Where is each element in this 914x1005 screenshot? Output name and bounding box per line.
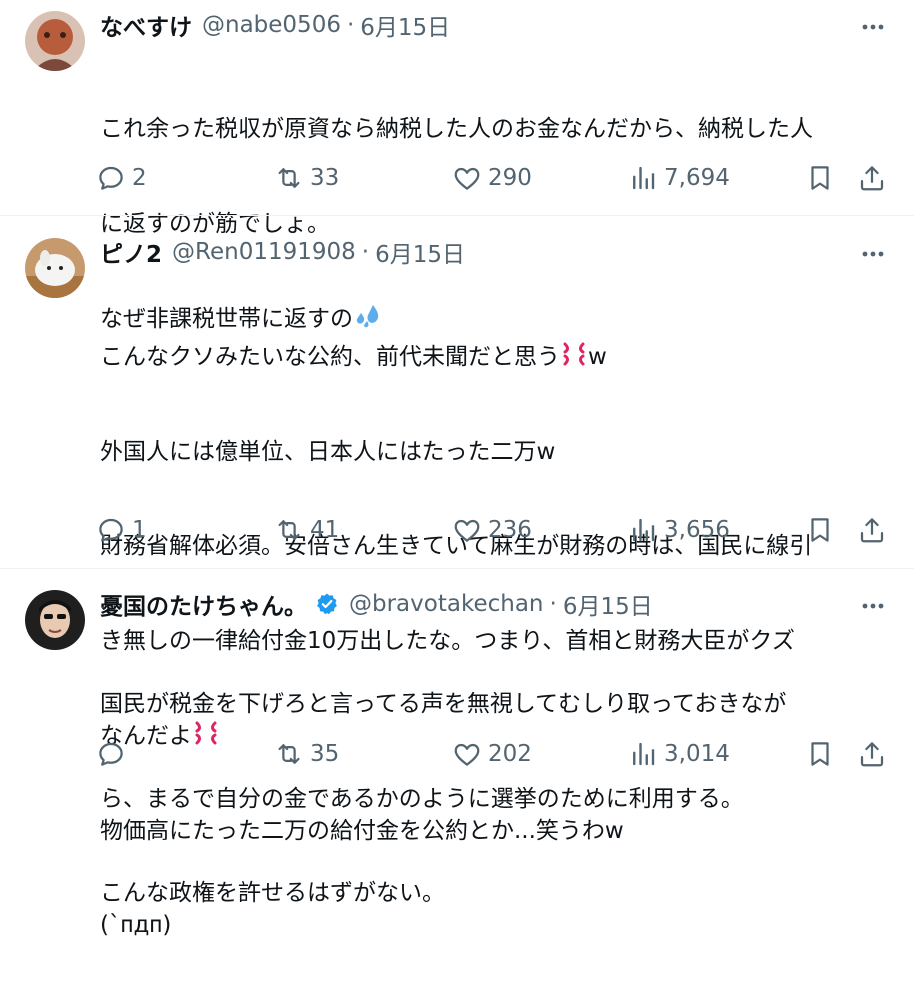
tweet-text-line: これ余った税収が原資なら納税した人のお金なんだから、納税した人 xyxy=(100,116,813,142)
tweet-actions: 35 202 3,014 xyxy=(96,734,896,774)
like-count: 202 xyxy=(488,741,532,767)
share-button[interactable] xyxy=(857,734,887,774)
tweet-date[interactable]: 6月15日 xyxy=(563,587,653,621)
more-icon xyxy=(862,251,884,257)
user-handle[interactable]: @nabe0506 xyxy=(202,12,341,38)
retweet-count: 33 xyxy=(310,165,340,191)
bookmark-icon xyxy=(811,742,829,766)
reply-button[interactable] xyxy=(96,734,132,774)
views-button[interactable]: 3,656 xyxy=(628,510,730,550)
tweet-actions: 1 41 236 3,656 xyxy=(96,510,896,550)
like-button[interactable]: 202 xyxy=(452,734,532,774)
like-button[interactable]: 236 xyxy=(452,510,532,550)
reply-icon xyxy=(99,742,123,766)
anger-symbol-emoji xyxy=(560,341,588,366)
bookmark-button[interactable] xyxy=(805,158,835,198)
tweet-1[interactable]: なべすけ @nabe0506 · 6月15日 これ余った税収が原資なら納税した人… xyxy=(0,0,914,332)
avatar[interactable] xyxy=(25,238,85,298)
views-count: 7,694 xyxy=(664,165,730,191)
retweet-icon xyxy=(278,168,300,188)
more-icon xyxy=(862,603,884,609)
views-count: 3,014 xyxy=(664,741,730,767)
tweet-date[interactable]: 6月15日 xyxy=(360,8,450,42)
retweet-count: 35 xyxy=(310,741,340,767)
tweet-actions: 2 33 290 7,694 xyxy=(96,158,896,198)
reply-count: 2 xyxy=(132,165,147,191)
reply-button[interactable]: 2 xyxy=(96,158,147,198)
views-icon xyxy=(633,742,655,766)
bookmark-button[interactable] xyxy=(805,734,835,774)
tweet-2[interactable]: ピノ2 @Ren01191908 · 6月15日 こんなクソみたいな公約、前代未… xyxy=(0,216,914,938)
tweet-date[interactable]: 6月15日 xyxy=(375,235,465,269)
bookmark-icon xyxy=(811,166,829,190)
retweet-icon xyxy=(278,744,300,764)
separator-dot: · xyxy=(346,12,355,38)
tweet-text-line: 国民が税金を下げろと言ってる声を無視してむしり取っておきなが xyxy=(100,691,787,717)
verified-badge-icon xyxy=(315,592,339,616)
user-handle[interactable]: @bravotakechan xyxy=(349,591,544,617)
tweet-text-line: ら、まるで自分の金であるかのように選挙のために利用する。 xyxy=(100,785,744,812)
tweet-text: 国民が税金を下げろと言ってる声を無視してむしり取っておきなが ら、まるで自分の金… xyxy=(100,626,900,973)
tweet-text-line: こんなクソみたいな公約、前代未聞だと思う w xyxy=(100,341,900,374)
tweet-text-line: 外国人には億単位、日本人にはたった二万w xyxy=(100,438,556,465)
reply-button[interactable]: 1 xyxy=(96,510,147,550)
share-button[interactable] xyxy=(857,158,887,198)
avatar[interactable] xyxy=(25,590,85,650)
tweet-header: なべすけ @nabe0506 · 6月15日 xyxy=(100,8,450,42)
tweet-header: 憂国のたけちゃん。 @bravotakechan · 6月15日 xyxy=(100,587,653,621)
retweet-count: 41 xyxy=(310,517,340,543)
retweet-button[interactable]: 41 xyxy=(274,510,339,550)
like-count: 236 xyxy=(488,517,532,543)
share-icon xyxy=(860,518,884,543)
like-button[interactable]: 290 xyxy=(452,158,532,198)
display-name[interactable]: なべすけ xyxy=(100,8,192,42)
share-icon xyxy=(860,166,884,191)
like-icon xyxy=(454,519,480,542)
like-count: 290 xyxy=(488,165,532,191)
avatar[interactable] xyxy=(25,11,85,71)
tweet-text-fragment: こんなクソみたいな公約、前代未聞だと思う xyxy=(100,344,560,370)
more-icon xyxy=(862,24,884,30)
share-button[interactable] xyxy=(857,510,887,550)
bookmark-icon xyxy=(811,518,829,542)
like-icon xyxy=(454,167,480,190)
reply-icon xyxy=(99,166,123,190)
views-icon xyxy=(633,518,655,542)
retweet-icon xyxy=(278,520,300,540)
more-options-button[interactable] xyxy=(858,239,888,269)
separator-dot: · xyxy=(549,591,557,617)
bookmark-button[interactable] xyxy=(805,510,835,550)
like-icon xyxy=(454,743,480,766)
more-options-button[interactable] xyxy=(858,591,888,621)
tweet-text-fragment: w xyxy=(588,344,607,370)
tweet-header: ピノ2 @Ren01191908 · 6月15日 xyxy=(100,235,465,269)
views-icon xyxy=(633,166,655,190)
tweet-3[interactable]: 憂国のたけちゃん。 @bravotakechan · 6月15日 国民が税金を下… xyxy=(0,569,914,906)
retweet-button[interactable]: 33 xyxy=(274,158,339,198)
retweet-button[interactable]: 35 xyxy=(274,734,339,774)
views-button[interactable]: 3,014 xyxy=(628,734,730,774)
views-button[interactable]: 7,694 xyxy=(628,158,730,198)
display-name[interactable]: ピノ2 xyxy=(100,235,162,269)
share-icon xyxy=(860,742,884,767)
display-name[interactable]: 憂国のたけちゃん。 xyxy=(100,587,307,621)
tweet-text-line: こんな政権を許せるはずがない。 xyxy=(100,880,445,906)
user-handle[interactable]: @Ren01191908 xyxy=(172,239,356,265)
separator-dot: · xyxy=(361,239,370,265)
more-options-button[interactable] xyxy=(858,12,888,42)
reply-count: 1 xyxy=(132,517,147,543)
reply-icon xyxy=(99,518,123,542)
views-count: 3,656 xyxy=(664,517,730,543)
